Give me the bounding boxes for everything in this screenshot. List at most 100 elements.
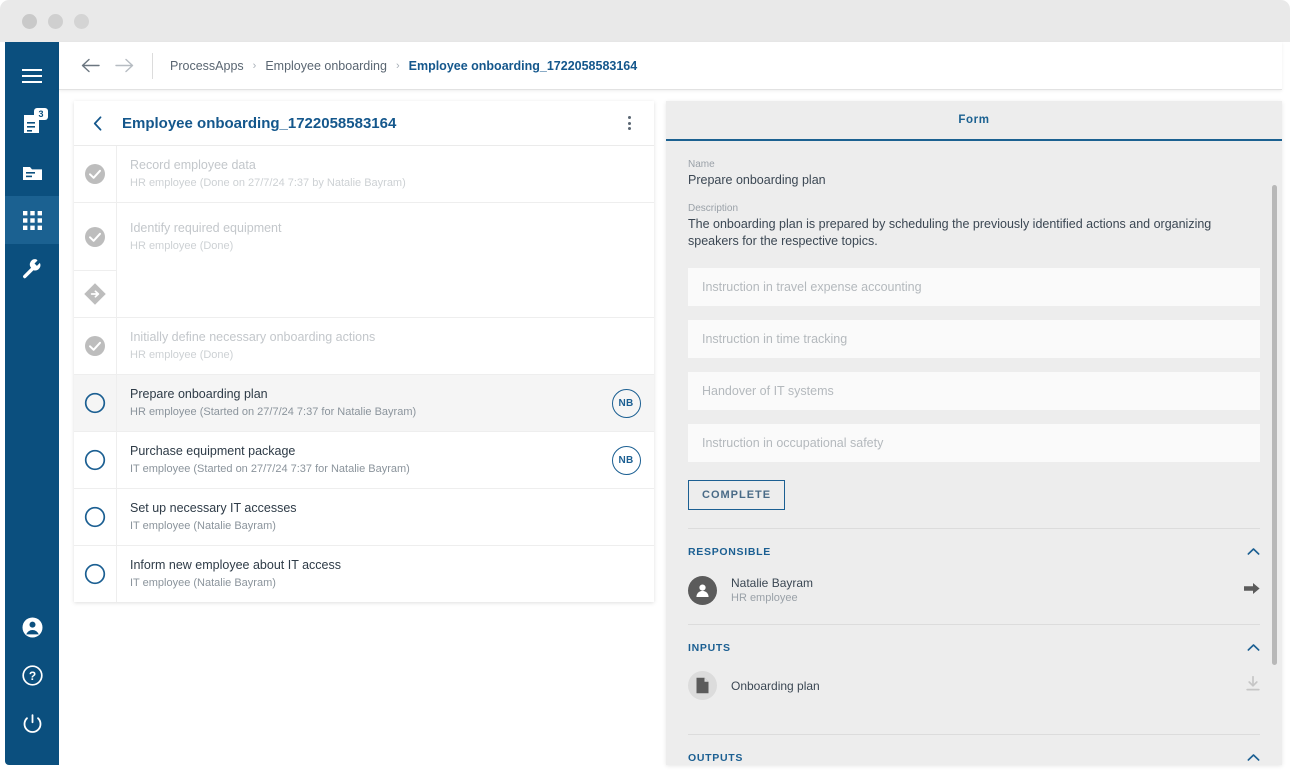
table-row[interactable]: Identify required equipment HR employee … <box>74 203 654 271</box>
table-row[interactable]: Record employee data HR employee (Done o… <box>74 146 654 203</box>
arrow-right-icon[interactable] <box>113 55 135 77</box>
table-row-body: Identify required equipment HR employee … <box>117 203 598 271</box>
check-circle-filled-icon <box>74 146 117 202</box>
sidebar-item-process-apps[interactable] <box>5 196 59 244</box>
sidebar-item-help[interactable]: ? <box>5 651 59 699</box>
list-item[interactable]: Onboarding plan <box>688 671 1260 700</box>
person-name: Natalie Bayram <box>731 576 814 590</box>
section-header-outputs[interactable]: OUTPUTS <box>666 735 1282 765</box>
sidebar-item-administration[interactable] <box>5 244 59 292</box>
section-title: OUTPUTS <box>688 752 744 764</box>
circle-outline-icon <box>74 432 117 488</box>
form-scroll-area: Name Prepare onboarding plan Description… <box>666 141 1282 765</box>
task-name: Record employee data <box>130 158 256 172</box>
sidebar-item-tasks[interactable]: 3 <box>5 100 59 148</box>
forward-arrow-icon[interactable] <box>1244 582 1260 600</box>
table-row-body: Purchase equipment package IT employee (… <box>117 432 598 488</box>
power-icon <box>22 713 43 734</box>
table-row-action <box>598 489 654 545</box>
avatar[interactable]: NB <box>611 388 641 418</box>
table-row-action <box>598 318 654 374</box>
left-sidebar: 3 ? <box>5 42 59 765</box>
form-panel: Form Name Prepare onboarding plan Descri… <box>666 101 1282 765</box>
circle-outline-icon <box>74 489 117 545</box>
chevron-up-icon[interactable] <box>1247 749 1260 765</box>
page-title: Employee onboarding_1722058583164 <box>122 114 397 132</box>
breadcrumb-item-employee-onboarding[interactable]: Employee onboarding <box>265 59 387 73</box>
arrow-left-icon[interactable] <box>79 55 101 77</box>
table-row-action: NB <box>598 432 654 488</box>
table-row[interactable]: Set up necessary IT accesses IT employee… <box>74 489 654 546</box>
breadcrumb-item-current: Employee onboarding_1722058583164 <box>408 58 638 73</box>
sidebar-item-menu[interactable] <box>5 52 59 100</box>
table-row-body: Inform new employee about IT access IT e… <box>117 546 598 602</box>
chevron-left-icon[interactable] <box>84 115 110 131</box>
sidebar-item-account[interactable] <box>5 603 59 651</box>
maximize-dot[interactable] <box>74 14 89 29</box>
form-metadata: Name Prepare onboarding plan Description… <box>666 143 1282 268</box>
close-dot[interactable] <box>22 14 37 29</box>
table-row-body: Initially define necessary onboarding ac… <box>117 318 598 374</box>
input-travel-expense-accounting[interactable] <box>688 268 1260 306</box>
sidebar-top-group: 3 <box>5 52 59 292</box>
table-row-action <box>598 271 654 317</box>
form-inputs: COMPLETE <box>666 268 1282 528</box>
complete-button[interactable]: COMPLETE <box>688 480 786 510</box>
table-row-action <box>598 203 654 271</box>
person-role: HR employee <box>731 592 798 604</box>
table-row-action: NB <box>598 375 654 431</box>
minimize-dot[interactable] <box>48 14 63 29</box>
tab-form[interactable]: Form <box>958 114 989 126</box>
chevron-up-icon[interactable] <box>1247 639 1260 657</box>
document-icon <box>688 671 717 700</box>
table-row[interactable]: Purchase equipment package IT employee (… <box>74 432 654 489</box>
vertical-scrollbar[interactable] <box>1272 185 1277 665</box>
form-tabbar: Form <box>666 101 1282 141</box>
section-title: RESPONSIBLE <box>688 546 771 558</box>
task-list-card: Employee onboarding_1722058583164 Record… <box>74 101 654 602</box>
sidebar-bottom-group: ? <box>5 603 59 765</box>
section-title: INPUTS <box>688 642 731 654</box>
table-row[interactable]: Inform new employee about IT access IT e… <box>74 546 654 602</box>
table-row-action <box>598 546 654 602</box>
section-body-inputs: Onboarding plan <box>666 667 1282 734</box>
task-subtitle: HR employee (Done) <box>130 240 234 252</box>
table-row-gateway[interactable] <box>74 271 654 318</box>
download-icon[interactable] <box>1246 675 1260 696</box>
section-header-responsible[interactable]: RESPONSIBLE <box>666 529 1282 571</box>
breadcrumb-item-processapps[interactable]: ProcessApps <box>170 59 244 73</box>
input-occupational-safety[interactable] <box>688 424 1260 462</box>
input-time-tracking[interactable] <box>688 320 1260 358</box>
table-row-selected[interactable]: Prepare onboarding plan HR employee (Sta… <box>74 375 654 432</box>
app-window: 3 ? ProcessApps › Employee onboarding › … <box>0 0 1290 770</box>
task-subtitle: HR employee (Done on 27/7/24 7:37 by Nat… <box>130 177 406 189</box>
list-item[interactable]: Natalie Bayram HR employee <box>688 575 1260 606</box>
avatar[interactable]: NB <box>611 445 641 475</box>
chevron-up-icon[interactable] <box>1247 543 1260 561</box>
tasks-badge-count: 3 <box>34 108 48 120</box>
task-list-header: Employee onboarding_1722058583164 <box>74 101 654 146</box>
navigation-arrows <box>79 55 135 77</box>
section-header-inputs[interactable]: INPUTS <box>666 625 1282 667</box>
kebab-menu-icon[interactable] <box>618 112 640 134</box>
sidebar-item-archive[interactable] <box>5 148 59 196</box>
check-circle-filled-icon <box>74 203 117 271</box>
table-row-body: Record employee data HR employee (Done o… <box>117 146 598 202</box>
folder-icon <box>22 164 43 181</box>
task-name: Identify required equipment <box>130 221 282 235</box>
table-row[interactable]: Initially define necessary onboarding ac… <box>74 318 654 375</box>
name-label: Name <box>688 159 715 170</box>
breadcrumb-separator-icon: › <box>252 59 257 72</box>
hamburger-menu-icon <box>22 69 42 83</box>
task-name: Set up necessary IT accesses <box>130 501 297 515</box>
task-name: Purchase equipment package <box>130 444 296 458</box>
input-handover-it-systems[interactable] <box>688 372 1260 410</box>
table-row-body: Prepare onboarding plan HR employee (Sta… <box>117 375 598 431</box>
window-titlebar <box>0 0 1290 42</box>
sidebar-item-logout[interactable] <box>5 699 59 747</box>
task-subtitle: HR employee (Done) <box>130 349 234 361</box>
task-name: Inform new employee about IT access <box>130 558 341 572</box>
table-row-action <box>598 146 654 202</box>
task-name: Prepare onboarding plan <box>130 387 268 401</box>
field-description: Description The onboarding plan is prepa… <box>688 203 1260 250</box>
